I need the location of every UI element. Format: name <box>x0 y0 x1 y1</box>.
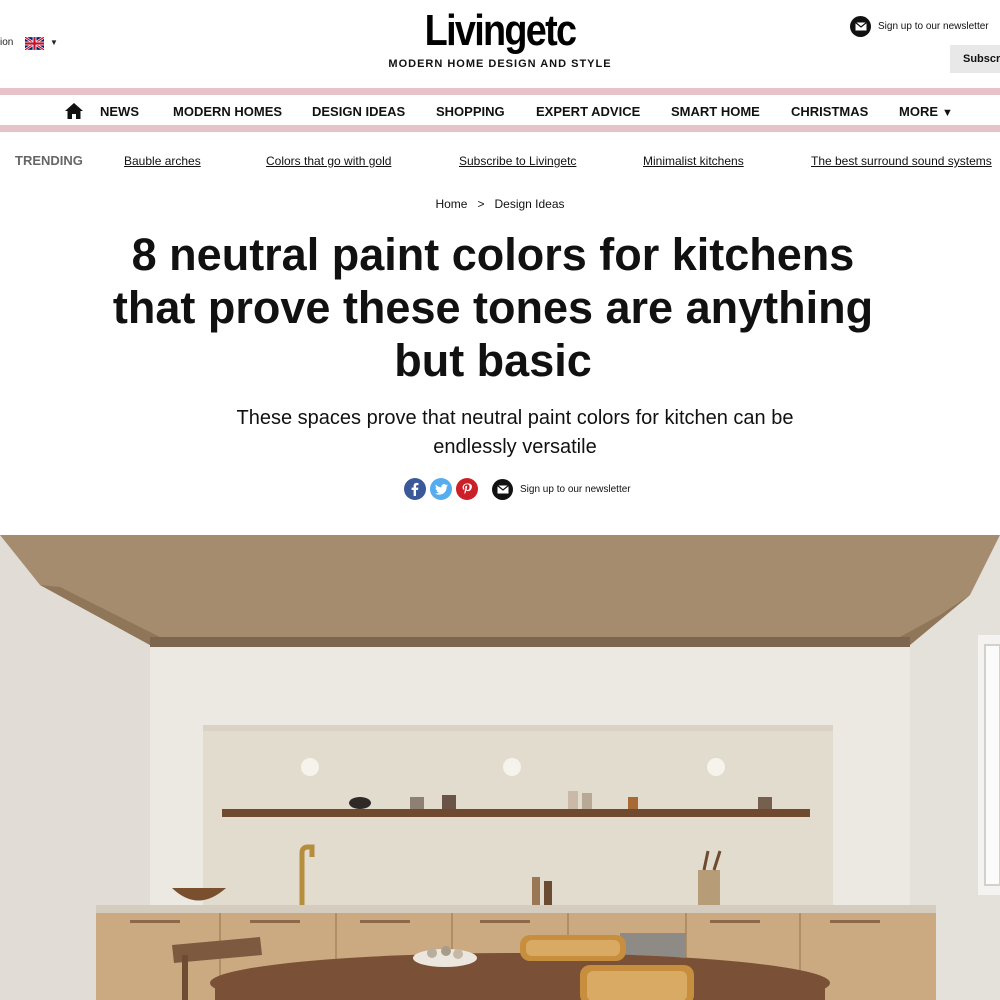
edition-caret-icon[interactable]: ▼ <box>50 38 58 47</box>
pinterest-icon[interactable] <box>456 478 478 500</box>
nav-item-smart-home[interactable]: SMART HOME <box>671 104 760 119</box>
hero-image <box>0 535 1000 1000</box>
share-bar: Sign up to our newsletter <box>404 478 631 500</box>
breadcrumb: Home > Design Ideas <box>0 197 1000 211</box>
breadcrumb-separator: > <box>477 197 485 211</box>
site-header: ion ▼ Livingetc MODERN HOME DESIGN AND S… <box>0 0 1000 88</box>
trending-link[interactable]: Bauble arches <box>124 154 201 168</box>
edition-label[interactable]: ion <box>0 37 13 48</box>
nav-bottom-rule <box>0 125 1000 132</box>
kitchen-illustration <box>0 535 1000 1000</box>
main-nav: NEWS MODERN HOMES DESIGN IDEAS SHOPPING … <box>0 95 1000 125</box>
share-newsletter-label: Sign up to our newsletter <box>520 483 631 495</box>
caret-down-icon: ▼ <box>942 107 953 119</box>
trending-label: TRENDING <box>15 153 83 168</box>
nav-item-expert-advice[interactable]: EXPERT ADVICE <box>536 104 640 119</box>
nav-item-shopping[interactable]: SHOPPING <box>436 104 505 119</box>
trending-link[interactable]: The best surround sound systems <box>811 154 992 168</box>
trending-bar: TRENDING Bauble arches Colors that go wi… <box>0 132 1000 187</box>
article-standfirst: These spaces prove that neutral paint co… <box>236 407 794 458</box>
nav-item-christmas[interactable]: CHRISTMAS <box>791 104 868 119</box>
trending-link[interactable]: Minimalist kitchens <box>643 154 744 168</box>
article-headline: 8 neutral paint colors for kitchens that… <box>112 229 874 386</box>
facebook-icon[interactable] <box>404 478 426 500</box>
share-newsletter-link[interactable]: Sign up to our newsletter <box>492 478 631 500</box>
uk-flag-icon[interactable] <box>25 37 44 50</box>
site-tagline: MODERN HOME DESIGN AND STYLE <box>388 58 612 70</box>
twitter-icon[interactable] <box>430 478 452 500</box>
breadcrumb-section[interactable]: Design Ideas <box>494 197 564 211</box>
breadcrumb-home[interactable]: Home <box>435 197 467 211</box>
nav-item-design-ideas[interactable]: DESIGN IDEAS <box>312 104 405 119</box>
trending-link[interactable]: Colors that go with gold <box>266 154 391 168</box>
nav-item-more[interactable]: MORE ▼ <box>899 104 953 119</box>
envelope-icon <box>850 16 871 37</box>
nav-top-rule <box>0 88 1000 95</box>
newsletter-signup-link[interactable]: Sign up to our newsletter <box>850 16 989 37</box>
site-logo[interactable]: Livingetc <box>70 6 930 56</box>
nav-item-modern-homes[interactable]: MODERN HOMES <box>173 104 282 119</box>
trending-link[interactable]: Subscribe to Livingetc <box>459 154 576 168</box>
subscribe-button[interactable]: Subscr <box>950 45 1000 73</box>
newsletter-label: Sign up to our newsletter <box>878 21 989 32</box>
nav-more-label: MORE <box>899 104 938 119</box>
nav-item-news[interactable]: NEWS <box>100 104 139 119</box>
home-icon[interactable] <box>64 102 84 120</box>
envelope-icon <box>492 478 513 500</box>
